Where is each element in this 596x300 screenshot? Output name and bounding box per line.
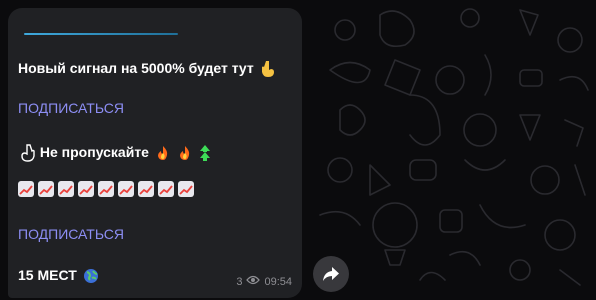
share-arrow-icon xyxy=(323,267,339,281)
message-bubble[interactable]: Новый сигнал на 5000% будет тут ПОДПИСАТ… xyxy=(8,8,302,298)
subscribe-link-second[interactable]: ПОДПИСАТЬСЯ xyxy=(18,225,124,243)
chart-increasing-icon xyxy=(118,181,134,197)
globe-icon xyxy=(83,268,99,284)
hand-pointing-up-icon xyxy=(20,144,36,162)
chart-increasing-icon xyxy=(98,181,114,197)
chart-emoji-row xyxy=(18,181,194,197)
fire-icon xyxy=(155,145,171,161)
chart-increasing-icon xyxy=(158,181,174,197)
double-up-arrow-icon xyxy=(199,144,211,162)
message-time: 09:54 xyxy=(264,275,292,288)
view-count: 3 xyxy=(236,275,243,288)
eye-icon xyxy=(246,275,261,288)
subscribe-link[interactable]: ПОДПИСАТЬСЯ xyxy=(18,99,124,117)
chart-increasing-icon xyxy=(78,181,94,197)
share-button[interactable] xyxy=(313,256,349,292)
fire-icon xyxy=(177,145,193,161)
message-line-dont-miss: Не пропускайте xyxy=(18,143,211,162)
dont-miss-text: Не пропускайте xyxy=(39,144,149,160)
link-preview-accent-line xyxy=(24,33,178,35)
hand-pointing-down-icon xyxy=(260,60,276,78)
message-line-signal: Новый сигнал на 5000% будет тут xyxy=(18,59,276,78)
message-line-seats: 15 МЕСТ xyxy=(18,266,99,284)
seats-text: 15 МЕСТ xyxy=(18,267,77,283)
chart-increasing-icon xyxy=(18,181,34,197)
chart-increasing-icon xyxy=(178,181,194,197)
chart-increasing-icon xyxy=(58,181,74,197)
message-meta: 3 09:54 xyxy=(236,275,292,288)
signal-text: Новый сигнал на 5000% будет тут xyxy=(18,60,254,76)
chart-increasing-icon xyxy=(138,181,154,197)
chart-increasing-icon xyxy=(38,181,54,197)
